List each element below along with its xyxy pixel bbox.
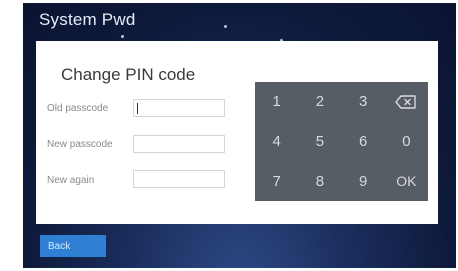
new-passcode-field[interactable] <box>133 135 225 153</box>
key-4[interactable]: 4 <box>255 122 298 162</box>
dialog-title: Change PIN code <box>61 65 196 84</box>
device-screen: System Pwd Change PIN code Old passcode … <box>23 3 456 268</box>
back-button[interactable]: Back <box>40 235 106 257</box>
key-8[interactable]: 8 <box>298 161 341 201</box>
key-1[interactable]: 1 <box>255 82 298 122</box>
key-3[interactable]: 3 <box>342 82 385 122</box>
key-9[interactable]: 9 <box>342 161 385 201</box>
numeric-keypad: 1 2 3 4 5 6 0 7 8 9 OK <box>255 82 428 201</box>
new-again-field[interactable] <box>133 170 225 188</box>
background-star <box>121 35 124 38</box>
ok-button[interactable]: OK <box>385 161 428 201</box>
text-caret <box>137 103 138 114</box>
key-5[interactable]: 5 <box>298 122 341 162</box>
key-2[interactable]: 2 <box>298 82 341 122</box>
key-0[interactable]: 0 <box>385 122 428 162</box>
page-title: System Pwd <box>39 10 136 29</box>
new-passcode-label: New passcode <box>47 139 113 150</box>
backspace-button[interactable] <box>385 82 428 122</box>
old-passcode-label: Old passcode <box>47 103 109 114</box>
change-pin-dialog: Change PIN code Old passcode New passcod… <box>36 41 438 224</box>
backspace-icon <box>395 95 417 109</box>
new-again-label: New again <box>47 175 95 186</box>
background-star <box>224 25 227 28</box>
key-6[interactable]: 6 <box>342 122 385 162</box>
old-passcode-field[interactable] <box>133 99 225 117</box>
key-7[interactable]: 7 <box>255 161 298 201</box>
